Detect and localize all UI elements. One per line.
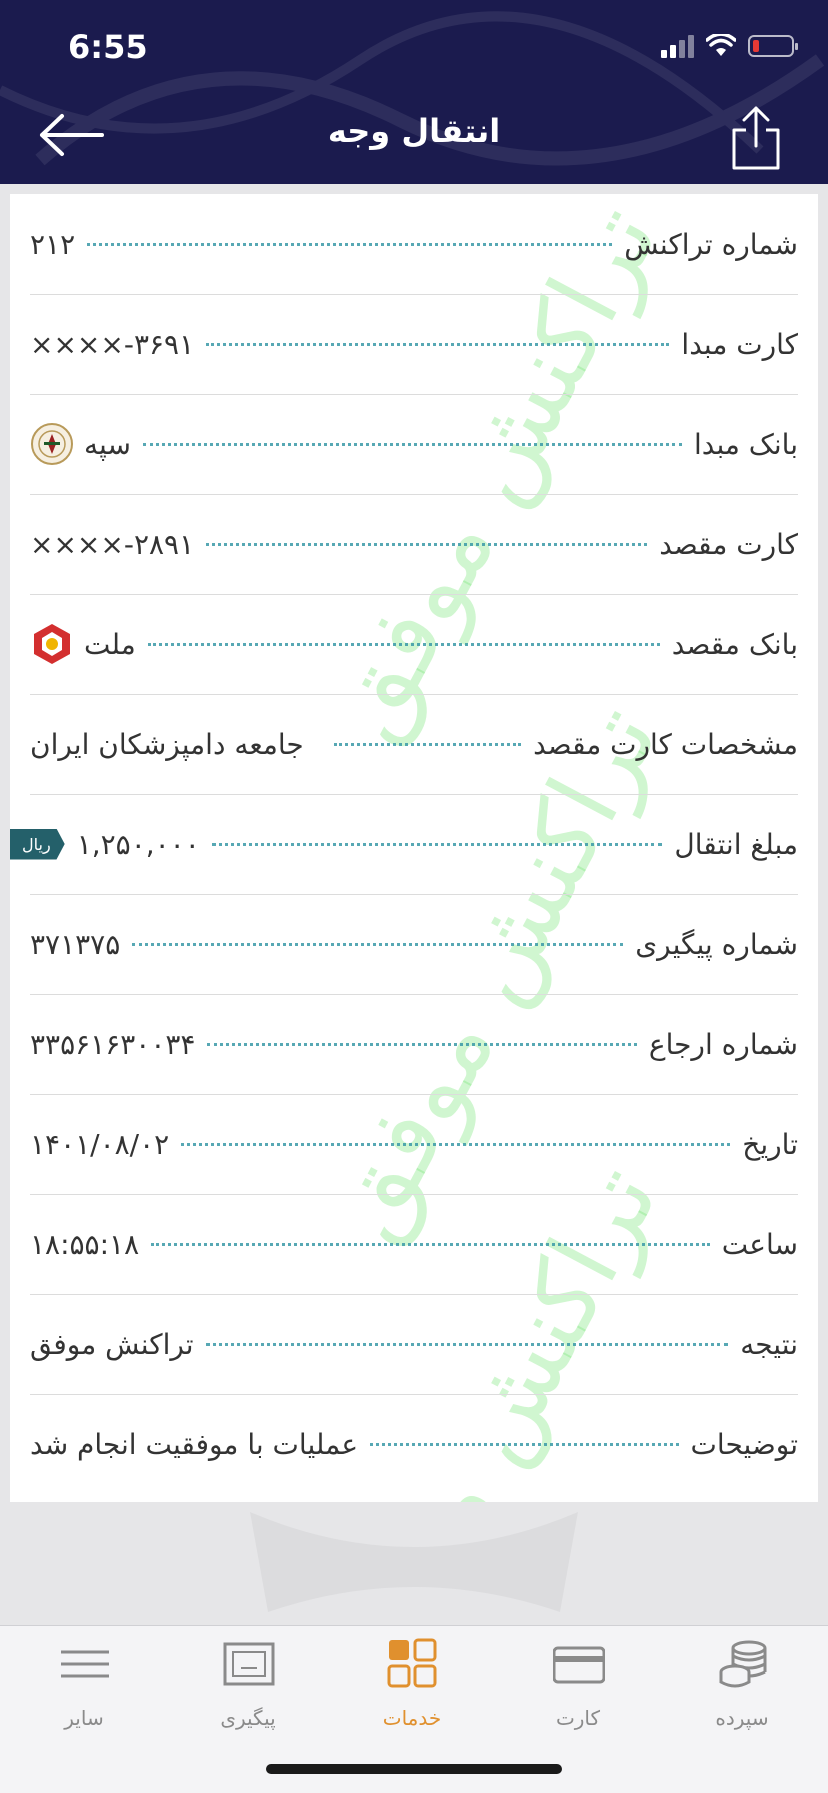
detail-row-source-bank: سپه بانک مبدا (30, 394, 798, 495)
app-header: 6:55 انتقال وجه (0, 0, 828, 184)
dotted-leader (132, 942, 624, 946)
detail-value: سپه (84, 427, 131, 461)
page-title: انتقال وجه (327, 112, 501, 150)
detail-value: ۱۸:۵۵:۱۸ (30, 1227, 140, 1261)
detail-value: ۳۷۱۳۷۵ (30, 927, 121, 961)
bank-emblem-watermark (250, 1512, 578, 1612)
tab-label: خدمات (382, 1706, 442, 1730)
wifi-icon (706, 34, 736, 56)
dotted-leader (205, 1342, 729, 1346)
status-time: 6:55 (68, 28, 148, 66)
services-grid-icon (387, 1638, 437, 1688)
battery-icon (748, 35, 798, 57)
detail-row-destination-bank: ملت بانک مقصد (30, 594, 798, 695)
detail-label: شماره ارجاع (648, 1027, 798, 1061)
dotted-leader (151, 1242, 710, 1246)
tab-label: سپرده (715, 1706, 769, 1730)
detail-value: ۲۱۲ (30, 227, 76, 261)
detail-value: ××××-۲۸۹۱ (30, 527, 195, 561)
mellat-bank-logo-icon (34, 624, 70, 664)
dotted-leader (207, 1042, 637, 1046)
cellular-signal-icon (661, 34, 694, 58)
detail-value: جامعه دامپزشکان ایران (30, 727, 304, 761)
detail-label: توضیحات (690, 1427, 798, 1461)
menu-icon (61, 1650, 109, 1678)
dotted-leader (333, 742, 522, 746)
tracking-icon (223, 1642, 275, 1686)
detail-label: کارت مقصد (659, 527, 798, 561)
dotted-leader (370, 1442, 679, 1446)
currency-badge: ریال (10, 828, 65, 860)
detail-label: شماره پیگیری (635, 927, 798, 961)
dotted-leader (147, 642, 660, 646)
detail-label: بانک مبدا (693, 427, 798, 461)
coins-icon (719, 1640, 767, 1688)
tab-label: پیگیری (220, 1706, 276, 1730)
status-icons (661, 34, 798, 58)
card-icon (553, 1646, 605, 1684)
detail-label: شماره تراکنش (624, 227, 798, 261)
detail-row-date: ۱۴۰۱/۰۸/۰۲ تاریخ (30, 1094, 798, 1195)
tab-deposit[interactable]: سپرده (672, 1626, 812, 1756)
detail-value: ××××-۳۶۹۱ (30, 327, 195, 361)
sepah-bank-logo-icon (31, 423, 73, 465)
detail-value: تراکنش موفق (30, 1327, 194, 1361)
detail-row-destination-holder: جامعه دامپزشکان ایران مشخصات کارت مقصد (30, 694, 798, 795)
dotted-leader (181, 1142, 731, 1146)
share-icon[interactable] (728, 104, 784, 172)
dotted-leader (142, 442, 682, 446)
tab-other[interactable]: سایر (14, 1626, 154, 1756)
detail-label: بانک مقصد (671, 627, 798, 661)
home-indicator[interactable] (266, 1764, 562, 1774)
dotted-leader (206, 342, 670, 346)
detail-row-time: ۱۸:۵۵:۱۸ ساعت (30, 1194, 798, 1295)
detail-label: کارت مبدا (681, 327, 798, 361)
detail-value: ملت (84, 627, 136, 661)
detail-row-source-card: ××××-۳۶۹۱ کارت مبدا (30, 294, 798, 395)
detail-label: ساعت (721, 1227, 798, 1261)
detail-row-transaction-number: ۲۱۲ شماره تراکنش (30, 194, 798, 295)
detail-label: مشخصات کارت مقصد (533, 727, 798, 761)
detail-value: ۱,۲۵۰,۰۰۰ (76, 827, 200, 861)
tab-tracking[interactable]: پیگیری (178, 1626, 318, 1756)
detail-value: ۳۳۵۶۱۶۳۰۰۳۴ (30, 1027, 196, 1061)
detail-label: مبلغ انتقال (674, 827, 798, 861)
detail-row-destination-card: ××××-۲۸۹۱ کارت مقصد (30, 494, 798, 595)
detail-label: نتیجه (740, 1327, 798, 1361)
detail-row-description: عملیات با موفقیت انجام شد توضیحات (30, 1394, 798, 1494)
detail-row-tracking-number: ۳۷۱۳۷۵ شماره پیگیری (30, 894, 798, 995)
dotted-leader (211, 842, 663, 846)
tab-label: سایر (64, 1706, 104, 1730)
detail-row-reference-number: ۳۳۵۶۱۶۳۰۰۳۴ شماره ارجاع (30, 994, 798, 1095)
detail-value: ۱۴۰۱/۰۸/۰۲ (30, 1127, 170, 1161)
tab-services[interactable]: خدمات (342, 1626, 482, 1756)
dotted-leader (206, 542, 648, 546)
detail-value: عملیات با موفقیت انجام شد (30, 1427, 359, 1461)
background-emblem-area (0, 1502, 828, 1626)
detail-row-amount: ریال ۱,۲۵۰,۰۰۰ مبلغ انتقال (10, 794, 798, 895)
dotted-leader (87, 242, 613, 246)
receipt-card: تراکنش موفق تراکنش موفق تراکنش موفق ۲۱۲ … (10, 187, 818, 1718)
detail-row-result: تراکنش موفق نتیجه (30, 1294, 798, 1395)
tab-label: کارت (555, 1706, 601, 1730)
tab-card[interactable]: کارت (508, 1626, 648, 1756)
detail-label: تاریخ (742, 1127, 798, 1161)
